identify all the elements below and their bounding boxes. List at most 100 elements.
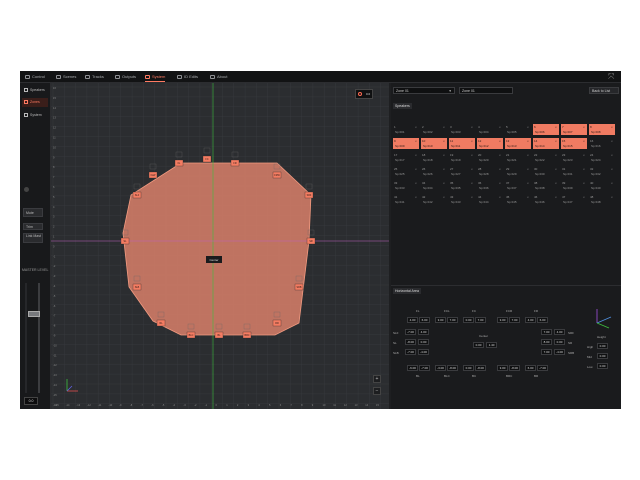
zone-speaker-marker[interactable]: FR xyxy=(230,151,240,167)
speaker-cell[interactable]: 27 ◐ Sp 027 xyxy=(449,166,475,177)
hv-x-field[interactable]: 0.00 xyxy=(463,317,474,323)
speaker-cell[interactable]: 23 ◐ Sp 023 xyxy=(561,152,587,163)
speaker-cell[interactable]: 44 ◐ Sp 044 xyxy=(477,194,503,205)
height-field[interactable]: 0.00 xyxy=(597,343,608,349)
speaker-cell[interactable]: 20 ◐ Sp 020 xyxy=(477,152,503,163)
hv-y-field[interactable]: -7.00 xyxy=(419,365,430,371)
speaker-cell[interactable]: 5 ◐ Sp 005 xyxy=(505,124,531,135)
speaker-cell[interactable]: 42 ◐ Sp 042 xyxy=(421,194,447,205)
speaker-cell[interactable]: 16 ◐ Sp 016 xyxy=(589,138,615,149)
speaker-cell[interactable]: 3 ◐ Sp 003 xyxy=(449,124,475,135)
speaker-cell[interactable]: 41 ◐ Sp 041 xyxy=(393,194,419,205)
hv-y-field[interactable]: 4.00 xyxy=(418,329,429,335)
tab-control[interactable]: Control xyxy=(25,71,45,82)
speaker-cell[interactable]: 40 ◐ Sp 040 xyxy=(589,180,615,191)
speaker-cell[interactable]: 28 ◐ Sp 028 xyxy=(477,166,503,177)
height-field[interactable]: 0.00 xyxy=(597,363,608,369)
record-panel[interactable]: 0.0 xyxy=(355,89,373,99)
speaker-cell[interactable]: 43 ◐ Sp 043 xyxy=(449,194,475,205)
hv-y-field[interactable]: 1.40 xyxy=(486,342,497,348)
hv-y-field[interactable]: 4.00 xyxy=(554,329,565,335)
speaker-cell[interactable]: 47 ◐ Sp 047 xyxy=(561,194,587,205)
speaker-cell[interactable]: 48 ◐ Sp 048 xyxy=(589,194,615,205)
speaker-cell[interactable]: 31 ◐ Sp 031 xyxy=(561,166,587,177)
zone-area[interactable] xyxy=(122,162,312,336)
tab-outputs[interactable]: Outputs xyxy=(115,71,136,82)
speaker-cell[interactable]: 2 ◐ Sp 002 xyxy=(421,124,447,135)
hv-y-field[interactable]: 6.00 xyxy=(419,317,430,323)
speaker-cell[interactable]: 8 ◐ Sp 008 xyxy=(589,124,615,135)
hv-x-field[interactable]: 4.00 xyxy=(407,317,418,323)
fullscreen-icon[interactable]: ⤧ xyxy=(608,73,615,81)
hv-y-field[interactable]: 7.00 xyxy=(475,317,486,323)
zone-name-input[interactable]: Zone 01 xyxy=(459,87,513,94)
zone-plot[interactable]: -15 -14 -13 -12 -11 -10 -9 -8 -7 -6 -5 -4 -3 -2 -1 0 1 2 3… xyxy=(51,83,389,409)
hv-x-field[interactable]: 3.00 xyxy=(497,365,508,371)
hv-x-field[interactable]: 4.00 xyxy=(525,317,536,323)
master-fader-track[interactable] xyxy=(38,283,40,393)
speaker-cell[interactable]: 18 ◐ Sp 018 xyxy=(421,152,447,163)
height-field[interactable]: 0.00 xyxy=(597,353,608,359)
speaker-cell[interactable]: 15 ◐ Sp 015 xyxy=(561,138,587,149)
zoom-in-icon[interactable]: + xyxy=(373,375,381,383)
hv-y-field[interactable]: -8.00 xyxy=(509,365,520,371)
hv-x-field[interactable]: -8.00 xyxy=(405,339,416,345)
speaker-cell[interactable]: 33 ◐ Sp 033 xyxy=(393,180,419,191)
hv-x-field[interactable]: -7.00 xyxy=(405,329,416,335)
hv-y-field[interactable]: 7.00 xyxy=(509,317,520,323)
hv-x-field[interactable]: 0.00 xyxy=(463,365,474,371)
speaker-cell[interactable]: 19 ◐ Sp 019 xyxy=(449,152,475,163)
speaker-cell[interactable]: 37 ◐ Sp 037 xyxy=(505,180,531,191)
zone-speaker-marker[interactable]: FC xyxy=(202,147,212,163)
speaker-cell[interactable]: 6 ◐ Sp 006 xyxy=(533,124,559,135)
hv-y-field[interactable]: 6.00 xyxy=(537,317,548,323)
hv-x-field[interactable]: 7.00 xyxy=(541,329,552,335)
back-to-list-button[interactable]: Back to List xyxy=(589,87,619,94)
speaker-cell[interactable]: 39 ◐ Sp 039 xyxy=(561,180,587,191)
hv-y-field[interactable]: -8.00 xyxy=(447,365,458,371)
solo-indicator[interactable] xyxy=(24,187,29,192)
master-fader-handle[interactable] xyxy=(28,311,40,317)
speaker-cell[interactable]: 14 ◐ Sp 014 xyxy=(533,138,559,149)
hv-y-field[interactable]: 0.00 xyxy=(554,339,565,345)
hv-y-field[interactable]: -4.00 xyxy=(554,349,565,355)
hv-x-field[interactable]: -7.00 xyxy=(405,349,416,355)
zone-select[interactable]: Zone 01 ▾ xyxy=(393,87,455,94)
speaker-cell[interactable]: 12 ◐ Sp 012 xyxy=(477,138,503,149)
sidebar-item-zones[interactable]: Zones xyxy=(22,98,48,107)
hv-x-field[interactable]: 3.00 xyxy=(435,317,446,323)
hv-x-field[interactable]: 6.00 xyxy=(525,365,536,371)
speaker-cell[interactable]: 22 ◐ Sp 022 xyxy=(533,152,559,163)
speaker-cell[interactable]: 35 ◐ Sp 035 xyxy=(449,180,475,191)
tab-scenes[interactable]: Scenes xyxy=(56,71,76,82)
hv-x-field[interactable]: 8.00 xyxy=(541,339,552,345)
tab-id-edits[interactable]: ID Edits xyxy=(177,71,198,82)
speaker-cell[interactable]: 29 ◐ Sp 029 xyxy=(505,166,531,177)
speaker-cell[interactable]: 11 ◐ Sp 011 xyxy=(449,138,475,149)
hv-y-field[interactable]: -8.00 xyxy=(475,365,486,371)
speaker-cell[interactable]: 7 ◐ Sp 007 xyxy=(561,124,587,135)
trim-button[interactable]: Trim xyxy=(23,223,43,230)
speaker-cell[interactable]: 10 ◐ Sp 010 xyxy=(421,138,447,149)
hv-x-field[interactable]: -6.00 xyxy=(407,365,418,371)
hv-x-field[interactable]: 3.00 xyxy=(497,317,508,323)
speaker-cell[interactable]: 45 ◐ Sp 045 xyxy=(505,194,531,205)
speaker-cell[interactable]: 46 ◐ Sp 046 xyxy=(533,194,559,205)
zone-canvas[interactable]: -15 -14 -13 -12 -11 -10 -9 -8 -7 -6 -5 -4 -3 -2 -1 0 1 2 3… xyxy=(51,83,389,409)
speaker-cell[interactable]: 4 ◐ Sp 004 xyxy=(477,124,503,135)
speaker-cell[interactable]: 21 ◐ Sp 021 xyxy=(505,152,531,163)
master-level-value[interactable]: 0.0 xyxy=(24,397,38,405)
zone-speaker-marker[interactable]: FL xyxy=(174,151,184,167)
tab-system[interactable]: System xyxy=(145,71,166,82)
link-master-button[interactable]: Link Mast xyxy=(23,233,43,243)
sidebar-item-system[interactable]: System xyxy=(22,111,48,120)
hv-x-field[interactable]: 7.00 xyxy=(541,349,552,355)
speaker-cell[interactable]: 36 ◐ Sp 036 xyxy=(477,180,503,191)
speaker-cell[interactable]: 34 ◐ Sp 034 xyxy=(421,180,447,191)
speaker-cell[interactable]: 38 ◐ Sp 038 xyxy=(533,180,559,191)
hv-x-field[interactable]: 0.00 xyxy=(473,342,484,348)
speaker-cell[interactable]: 9 ◐ Sp 009 xyxy=(393,138,419,149)
speaker-cell[interactable]: 1 ◐ Sp 001 xyxy=(393,124,419,135)
hv-y-field[interactable]: 0.00 xyxy=(418,339,429,345)
hv-y-field[interactable]: -4.00 xyxy=(418,349,429,355)
